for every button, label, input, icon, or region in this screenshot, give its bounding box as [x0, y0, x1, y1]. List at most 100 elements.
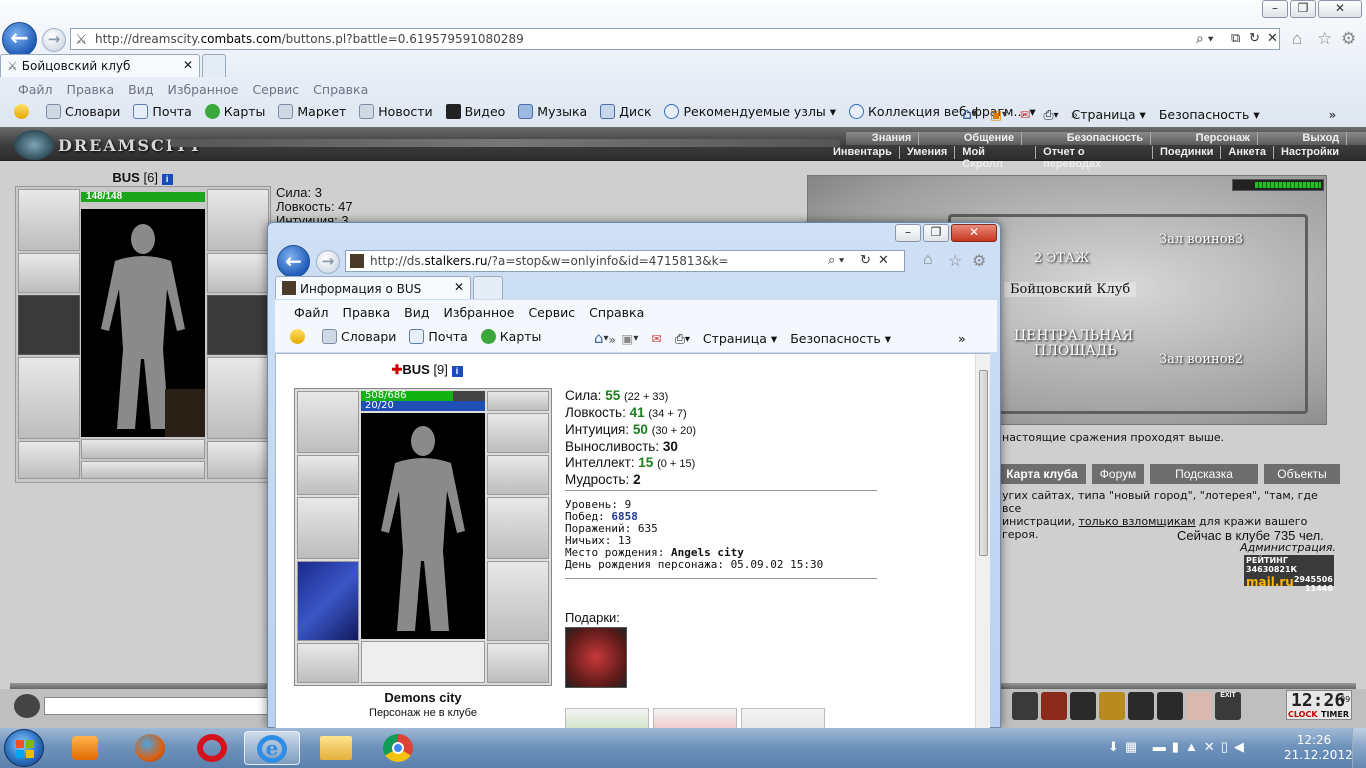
popup-maximize-button[interactable]: ❐ — [923, 224, 949, 242]
refresh-icon[interactable]: ↻ — [1249, 30, 1260, 46]
nav-exit[interactable]: Выход — [1295, 132, 1348, 145]
menu-help[interactable]: Справка — [589, 305, 644, 320]
close-window-button[interactable]: ✕ — [1318, 0, 1362, 18]
gloves-slot[interactable] — [207, 253, 269, 293]
rss-icon[interactable]: ▣ ▾ — [990, 107, 1007, 122]
taskbar-media-player[interactable] — [58, 731, 114, 765]
armor-slot[interactable] — [18, 357, 80, 439]
pet-cat-icon[interactable] — [165, 389, 205, 437]
taskbar-opera[interactable] — [184, 731, 240, 765]
fav-item[interactable]: Новости — [359, 104, 433, 119]
gift-icon[interactable] — [653, 708, 737, 730]
tab-main[interactable]: ⚔ Бойцовский клуб ✕ — [0, 54, 200, 77]
chat-input[interactable] — [44, 697, 270, 715]
security-menu[interactable]: Безопасность ▾ — [790, 331, 891, 346]
action-icon[interactable] — [1157, 692, 1183, 720]
print-icon[interactable]: ⎙ ▾ — [1043, 107, 1058, 123]
gift-icon[interactable] — [741, 708, 825, 730]
weapon-slot[interactable] — [297, 497, 359, 559]
popup-minimize-button[interactable]: – — [895, 224, 921, 242]
clock-label[interactable]: CLOCK — [1288, 710, 1318, 719]
chevron-more-icon[interactable]: » — [958, 331, 966, 346]
nav-profile[interactable]: Анкета — [1221, 146, 1274, 159]
add-favorite-icon[interactable] — [14, 104, 33, 119]
compat-icon[interactable]: ⧉ — [1231, 30, 1240, 46]
nav-knowledge[interactable]: Знания — [865, 132, 920, 145]
taskbar-chrome[interactable] — [370, 731, 426, 765]
stop-icon[interactable]: ✕ — [1267, 30, 1278, 46]
minimize-button[interactable]: – — [1262, 0, 1288, 18]
nav-character[interactable]: Персонаж — [1189, 132, 1258, 145]
fav-item[interactable]: Видео — [445, 104, 505, 119]
chevron-more-icon[interactable]: » — [1329, 107, 1337, 122]
menu-file[interactable]: Файл — [294, 305, 329, 320]
forward-button[interactable]: → — [42, 28, 66, 52]
add-favorite-icon[interactable] — [290, 329, 309, 344]
shield-slot[interactable] — [487, 497, 549, 559]
home-icon[interactable]: ⌂ — [923, 251, 933, 269]
map-hall3-label[interactable]: Зал воинов3 — [1159, 232, 1243, 247]
show-desktop-button[interactable] — [1352, 728, 1366, 768]
hint-button[interactable]: Подсказка — [1150, 464, 1258, 484]
bracers-slot[interactable] — [18, 253, 80, 293]
page-menu[interactable]: Страница ▾ — [1072, 107, 1146, 122]
start-button[interactable] — [4, 729, 44, 767]
popup-address-bar[interactable]: http://ds.stalkers.ru/?a=stop&w=onlyinfo… — [345, 250, 905, 272]
maximize-button[interactable]: ❐ — [1290, 0, 1316, 18]
belt-slot[interactable] — [18, 441, 80, 479]
tray-icons[interactable]: ⬇▦ ▬▮▲✕▯◀ — [1108, 739, 1250, 755]
menu-favorites[interactable]: Избранное — [443, 305, 514, 320]
fav-item[interactable]: Рекомендуемые узлы ▾ — [664, 104, 836, 119]
favorites-star-icon[interactable]: ☆ — [948, 251, 962, 271]
fav-item[interactable]: Карты — [204, 104, 265, 119]
read-mail-icon[interactable]: ✉ — [1020, 107, 1030, 122]
stop-icon[interactable]: ✕ — [878, 252, 889, 268]
cloak-slot[interactable] — [297, 561, 359, 641]
objects-button[interactable]: Объекты — [1264, 464, 1340, 484]
bracers-slot[interactable] — [297, 455, 359, 495]
taskbar-firefox[interactable] — [122, 731, 178, 765]
nav-skills[interactable]: Умения — [900, 146, 956, 159]
gear-icon[interactable]: ⚙ — [972, 251, 986, 271]
club-map-button[interactable]: Карта клуба — [998, 464, 1086, 484]
hackers-link[interactable]: только взломщикам — [1078, 515, 1195, 528]
fav-item[interactable]: Словари — [321, 329, 396, 344]
rune-slots[interactable] — [81, 461, 205, 479]
legs-slot[interactable] — [207, 357, 269, 439]
action-icon[interactable] — [1099, 692, 1125, 720]
timer-label[interactable]: TIMER — [1321, 710, 1349, 719]
rings-slot[interactable] — [487, 413, 549, 453]
menu-help[interactable]: Справка — [313, 82, 368, 97]
info-icon[interactable]: i — [451, 366, 463, 377]
helmet-slot[interactable] — [18, 189, 80, 251]
exit-icon[interactable]: EXIT — [1215, 692, 1241, 720]
fav-item[interactable]: Карты — [480, 329, 541, 344]
refresh-icon[interactable]: ↻ — [860, 252, 871, 268]
nav-security[interactable]: Безопасность — [1060, 132, 1152, 145]
popup-new-tab-button[interactable] — [473, 276, 503, 299]
action-icon[interactable] — [1070, 692, 1096, 720]
action-icon[interactable] — [1012, 692, 1038, 720]
gift-icon[interactable] — [565, 627, 627, 688]
ring-slots[interactable] — [81, 439, 205, 459]
search-icon[interactable]: ⌕ ▾ — [828, 252, 844, 268]
popup-back-button[interactable]: ← — [277, 245, 310, 278]
forum-button[interactable]: Форум — [1092, 464, 1144, 484]
action-icon[interactable] — [1186, 692, 1212, 720]
back-button[interactable]: ← — [2, 22, 37, 57]
gift-icon[interactable] — [565, 708, 649, 730]
read-mail-icon[interactable]: ✉ — [651, 331, 661, 346]
tray-clock[interactable]: 12:26 21.12.2012 — [1284, 733, 1353, 763]
amulet-slot[interactable] — [207, 189, 269, 251]
map-club-label[interactable]: Бойцовский Клуб — [1004, 282, 1137, 297]
gear-icon[interactable]: ⚙ — [1341, 29, 1356, 49]
taskbar-explorer[interactable] — [308, 731, 364, 765]
page-menu[interactable]: Страница ▾ — [703, 331, 777, 346]
chat-icon[interactable] — [14, 694, 40, 718]
menu-edit[interactable]: Правка — [67, 82, 115, 97]
info-icon[interactable]: i — [161, 174, 173, 185]
map-hall2-label[interactable]: Зал воинов2 — [1159, 352, 1243, 367]
action-icon[interactable] — [1128, 692, 1154, 720]
search-icon[interactable]: ⌕ ▾ — [1196, 30, 1214, 47]
security-menu[interactable]: Безопасность ▾ — [1159, 107, 1260, 122]
